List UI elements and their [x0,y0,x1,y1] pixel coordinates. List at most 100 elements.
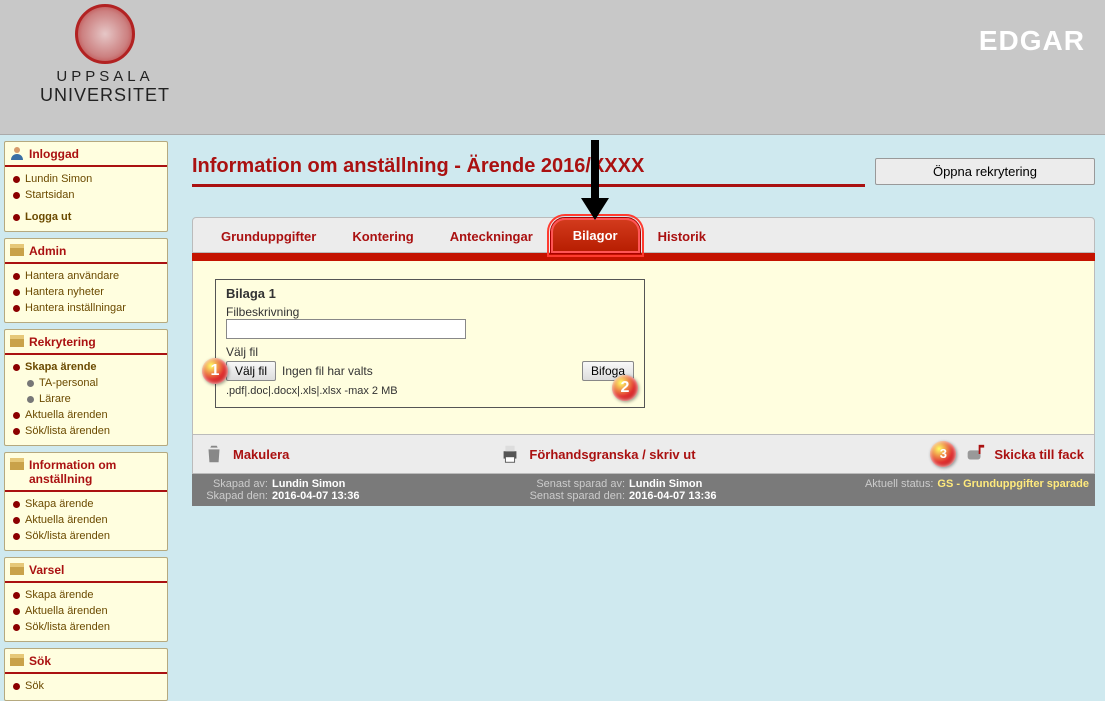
item-label: Hantera inställningar [25,302,126,314]
sidebar-section-inloggad: Inloggad Lundin Simon Startsidan Logga u… [4,141,168,232]
sidebar-section-rekrytering: Rekrytering Skapa ärende TA-personal Lär… [4,329,168,446]
tab-kontering[interactable]: Kontering [334,221,431,252]
printer-icon [499,443,521,465]
action-label: Makulera [233,447,289,462]
section-label: Sök [29,654,51,668]
item-label: TA-personal [39,377,98,389]
sidebar-item-user[interactable]: Lundin Simon [13,171,163,187]
desc-input[interactable] [226,319,466,339]
item-label: Sök [25,680,44,692]
main-area: Information om anställning - Ärende 2016… [172,135,1105,683]
section-label: Admin [29,244,66,258]
sidebar-section-sok: Sök Sök [4,648,168,701]
item-label: Sök/lista ärenden [25,425,110,437]
logo-line2: UNIVERSITET [40,85,170,106]
sidebar-item-create[interactable]: Skapa ärende [13,359,163,375]
trash-icon [203,443,225,465]
callout-1: 1 [202,358,228,384]
section-title: Rekrytering [5,330,167,355]
cancel-action[interactable]: Makulera [203,443,289,465]
sidebar-item-search[interactable]: Sök/lista ärenden [13,619,163,635]
item-label: Startsidan [25,189,75,201]
created-on: 2016-04-07 13:36 [272,490,359,502]
item-label: Skapa ärende [25,589,94,601]
sidebar-item-logout[interactable]: Logga ut [13,209,163,225]
preview-action[interactable]: Förhandsgranska / skriv ut [499,443,695,465]
saved-by: Lundin Simon [629,478,702,490]
created-by-lbl: Skapad av: [198,478,268,490]
attachment-title: Bilaga 1 [226,286,634,301]
browse-button[interactable]: Välj fil [226,361,276,381]
box-icon [9,561,25,577]
sidebar-item-current[interactable]: Aktuella ärenden [13,603,163,619]
desc-label: Filbeskrivning [226,305,634,319]
callout-2: 2 [612,375,638,401]
sidebar-item-start[interactable]: Startsidan [13,187,163,203]
section-title: Sök [5,649,167,674]
tab-grunduppgifter[interactable]: Grunduppgifter [203,221,334,252]
item-label: Aktuella ärenden [25,514,108,526]
page-title: Information om anställning - Ärende 2016… [192,155,865,187]
sidebar-item-larare[interactable]: Lärare [13,391,163,407]
saved-on-lbl: Senast sparad den: [495,490,625,502]
item-label: Sök/lista ärenden [25,621,110,633]
no-file-label: Ingen fil har valts [282,364,373,378]
item-label: Skapa ärende [25,498,94,510]
sidebar-item-search[interactable]: Sök/lista ärenden [13,528,163,544]
sidebar: Inloggad Lundin Simon Startsidan Logga u… [0,135,172,683]
attachment-group: Bilaga 1 Filbeskrivning Välj fil Välj fi… [215,279,645,408]
mailbox-icon [964,443,986,465]
box-icon [9,333,25,349]
sidebar-item-create[interactable]: Skapa ärende [13,587,163,603]
sidebar-item-settings[interactable]: Hantera inställningar [13,300,163,316]
action-label: Skicka till fack [994,447,1084,462]
tab-content: Bilaga 1 Filbeskrivning Välj fil Välj fi… [192,261,1095,435]
item-label: Aktuella ärenden [25,605,108,617]
created-by: Lundin Simon [272,478,345,490]
sidebar-item-current[interactable]: Aktuella ärenden [13,512,163,528]
section-title: Varsel [5,558,167,583]
sidebar-item-news[interactable]: Hantera nyheter [13,284,163,300]
tab-strip: Grunduppgifter Kontering Anteckningar Bi… [192,217,1095,253]
section-title: Admin [5,239,167,264]
status-bar: Skapad av: Lundin Simon Skapad den: 2016-0… [192,474,1095,506]
item-label: Lundin Simon [25,173,92,185]
action-bar: Makulera Förhandsgranska / skriv ut 3 Sk… [192,435,1095,474]
logo-line1: UPPSALA [40,68,170,85]
status-val: GS - Grunduppgifter sparade [937,478,1089,490]
tab-bilagor[interactable]: Bilagor [551,218,640,253]
section-label: Rekrytering [29,335,96,349]
uu-logo: UPPSALA UNIVERSITET [40,4,170,106]
sidebar-section-info: Information om anställning Skapa ärende … [4,452,168,551]
section-title: Information om anställning [5,453,167,492]
item-label: Lärare [39,393,71,405]
saved-on: 2016-04-07 13:36 [629,490,716,502]
sidebar-item-create[interactable]: Skapa ärende [13,496,163,512]
top-banner: UPPSALA UNIVERSITET EDGAR [0,0,1105,135]
sidebar-item-search[interactable]: Sök/lista ärenden [13,423,163,439]
sidebar-item-ta[interactable]: TA-personal [13,375,163,391]
user-icon [9,145,25,161]
sidebar-item-current[interactable]: Aktuella ärenden [13,407,163,423]
section-label: Inloggad [29,147,79,161]
item-label: Skapa ärende [25,361,97,373]
sidebar-section-admin: Admin Hantera användare Hantera nyheter … [4,238,168,323]
tab-anteckningar[interactable]: Anteckningar [432,221,551,252]
sidebar-item-users[interactable]: Hantera användare [13,268,163,284]
item-label: Hantera användare [25,270,119,282]
sidebar-item-sok[interactable]: Sök [13,678,163,694]
saved-by-lbl: Senast sparad av: [495,478,625,490]
created-on-lbl: Skapad den: [198,490,268,502]
item-label: Sök/lista ärenden [25,530,110,542]
action-label: Förhandsgranska / skriv ut [529,447,695,462]
open-recruitment-button[interactable]: Öppna rekrytering [875,158,1095,185]
box-icon [9,242,25,258]
item-label: Aktuella ärenden [25,409,108,421]
app-title: EDGAR [979,25,1085,57]
file-label: Välj fil [226,345,634,359]
item-label: Hantera nyheter [25,286,104,298]
send-action[interactable]: 3 Skicka till fack [930,441,1084,467]
tab-historik[interactable]: Historik [640,221,724,252]
box-icon [9,456,25,472]
item-label: Logga ut [25,211,71,223]
